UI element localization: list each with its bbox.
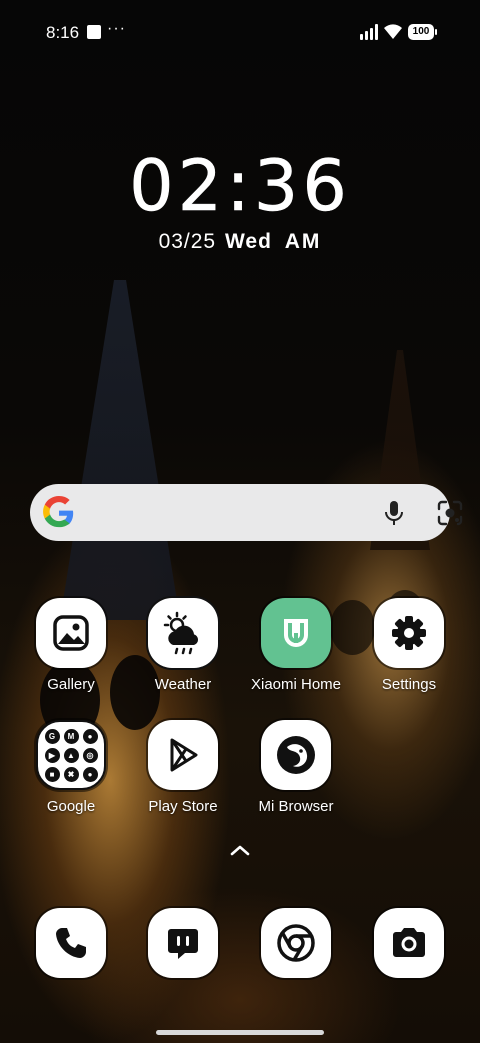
clock-weekday: Wed [224, 230, 272, 253]
more-notifications: ··· [107, 20, 126, 37]
dock-phone[interactable] [16, 908, 126, 978]
chrome-icon [261, 908, 331, 978]
camera-icon [374, 908, 444, 978]
gesture-navigation-bar[interactable] [156, 1030, 324, 1035]
app-label: Settings [381, 676, 437, 693]
app-gallery[interactable]: Gallery [16, 598, 126, 693]
mi-browser-icon [261, 720, 331, 790]
dock-messages[interactable] [128, 908, 238, 978]
app-label: Mi Browser [258, 798, 334, 815]
folder-item: G [44, 728, 60, 744]
app-play-store[interactable]: Play Store [128, 720, 238, 815]
folder-item: ▲ [63, 747, 79, 763]
status-time: 8:16 [46, 23, 80, 42]
notification-square-icon [87, 25, 101, 39]
folder-item: ✖ [63, 766, 79, 782]
folder-item: ▶ [44, 747, 60, 763]
wifi-icon [384, 24, 402, 39]
folder-item: ● [82, 766, 98, 782]
status-bar: 8:16 ··· 100 [0, 0, 480, 64]
app-weather[interactable]: Weather [128, 598, 238, 693]
app-settings[interactable]: Settings [354, 598, 464, 693]
google-search-bar[interactable] [30, 484, 463, 541]
google-g-icon [43, 496, 74, 528]
google-lens-icon[interactable] [436, 499, 464, 527]
app-label: Gallery [47, 676, 95, 693]
search-input[interactable] [90, 484, 370, 541]
app-label: Weather [154, 676, 212, 693]
messages-icon [148, 908, 218, 978]
battery-icon: 100 [408, 24, 437, 40]
app-label: Xiaomi Home [250, 676, 342, 693]
dock-chrome[interactable] [241, 908, 351, 978]
app-label: Google [46, 798, 96, 815]
gallery-icon [36, 598, 106, 668]
app-mi-browser[interactable]: Mi Browser [241, 720, 351, 815]
phone-icon [36, 908, 106, 978]
folder-item: M [63, 728, 79, 744]
microphone-icon[interactable] [382, 499, 406, 527]
chevron-up-icon[interactable] [228, 842, 252, 858]
clock-ampm: AM [284, 230, 322, 253]
app-label: Play Store [148, 798, 218, 815]
folder-item: ■ [44, 766, 60, 782]
folder-icon: G M ● ▶ ▲ ◎ ■ ✖ ● [36, 720, 106, 790]
clock-date-value: 03/25 [158, 230, 217, 253]
folder-google[interactable]: G M ● ▶ ▲ ◎ ■ ✖ ● Google [16, 720, 126, 815]
dock-camera[interactable] [354, 908, 464, 978]
weather-icon [148, 598, 218, 668]
gear-icon [374, 598, 444, 668]
folder-item: ◎ [82, 747, 98, 763]
folder-item: ● [82, 728, 98, 744]
signal-icon [360, 24, 378, 40]
clock-widget[interactable]: 02:36 03/25 Wed AM [0, 146, 480, 254]
app-xiaomi-home[interactable]: Xiaomi Home [241, 598, 351, 693]
clock-date: 03/25 Wed AM [0, 230, 480, 254]
play-store-icon [148, 720, 218, 790]
clock-time: 02:36 [129, 145, 351, 227]
xiaomi-home-icon [261, 598, 331, 668]
